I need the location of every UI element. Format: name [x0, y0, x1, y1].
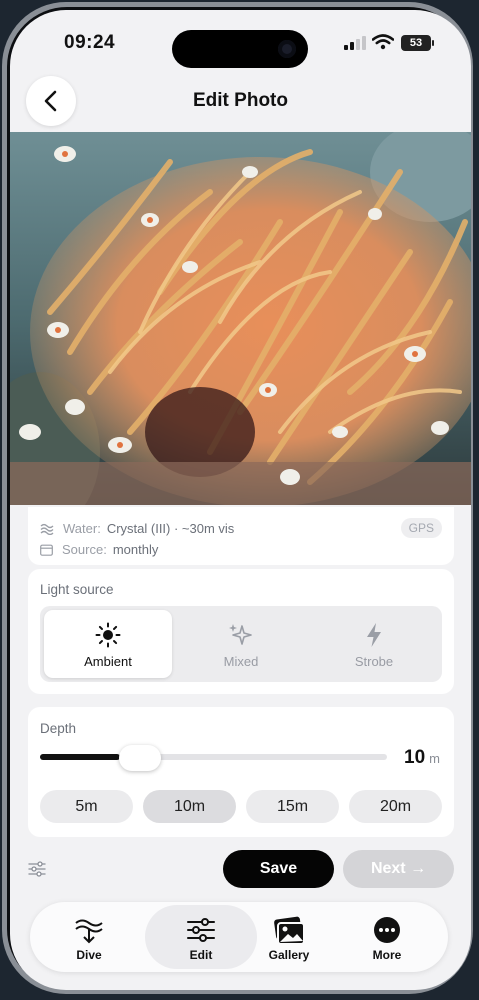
depth-unit: m — [429, 751, 440, 766]
depth-preset-10m[interactable]: 10m — [143, 790, 236, 823]
light-source-label: Light source — [40, 582, 114, 597]
light-option-label: Mixed — [223, 654, 259, 669]
depth-value: 10 — [404, 747, 426, 768]
wifi-icon — [372, 34, 394, 50]
source-value: monthly — [112, 542, 159, 557]
tab-more[interactable]: More — [331, 905, 443, 969]
next-button[interactable]: Next → — [343, 850, 454, 888]
photo-metadata-card: Water: Crystal (III) · ~30m vis Source: … — [28, 507, 454, 565]
battery-icon: 53 — [401, 35, 434, 51]
depth-slider-thumb[interactable] — [118, 745, 161, 771]
tab-label: Gallery — [268, 948, 310, 962]
light-source-card: Light source Ambient Mixed Strobe — [28, 569, 454, 694]
source-row: Source: monthly — [40, 542, 158, 557]
camera-icon — [278, 40, 296, 58]
lightning-icon — [367, 623, 381, 647]
sun-icon — [95, 622, 121, 648]
waves-icon — [40, 523, 54, 535]
gps-badge: GPS — [400, 518, 442, 538]
light-option-strobe[interactable]: Strobe — [310, 610, 438, 678]
depth-readout: 10 m — [404, 747, 440, 769]
tab-dive[interactable]: Dive — [33, 905, 145, 969]
gallery-icon — [274, 916, 305, 945]
signal-icon — [344, 36, 366, 50]
light-option-label: Strobe — [354, 654, 394, 669]
adjustments-icon[interactable] — [28, 861, 46, 877]
water-value: Crystal (III) · ~30m vis — [106, 521, 235, 536]
depth-label: Depth — [40, 721, 77, 736]
phone: 09:24 53 Edit Photo Water: Crystal (III)… — [0, 0, 479, 1000]
light-option-ambient[interactable]: Ambient — [44, 610, 172, 678]
water-row: Water: Crystal (III) · ~30m vis — [40, 521, 234, 536]
tab-gallery[interactable]: Gallery — [233, 905, 345, 969]
nav-bar: Edit Photo — [10, 74, 471, 130]
sparkles-icon — [229, 624, 252, 645]
light-option-mixed[interactable]: Mixed — [177, 610, 305, 678]
anemone-photo — [10, 132, 471, 505]
depth-preset-15m[interactable]: 15m — [246, 790, 339, 823]
action-row: Save Next → — [10, 850, 471, 890]
sliders-icon — [187, 918, 215, 942]
screen: 09:24 53 Edit Photo Water: Crystal (III)… — [10, 10, 471, 990]
tab-label: More — [372, 948, 402, 962]
depth-presets: 5m 10m 15m 20m — [40, 790, 442, 824]
depth-card: Depth 10 m 5m 10m 15m 20m — [28, 707, 454, 837]
depth-slider-fill — [40, 754, 120, 760]
status-bar: 09:24 53 — [10, 10, 471, 70]
water-label: Water: — [63, 521, 101, 536]
save-button[interactable]: Save — [223, 850, 334, 888]
more-icon — [374, 917, 400, 943]
depth-slider-track[interactable] — [40, 754, 387, 760]
photo-preview[interactable] — [10, 132, 471, 505]
light-source-segmented-control: Ambient Mixed Strobe — [40, 606, 442, 682]
light-option-label: Ambient — [84, 654, 132, 669]
calendar-icon — [40, 544, 53, 556]
dive-icon — [75, 919, 103, 944]
page-title: Edit Photo — [193, 90, 288, 111]
tab-label: Dive — [76, 948, 102, 962]
depth-preset-20m[interactable]: 20m — [349, 790, 442, 823]
status-time: 09:24 — [64, 32, 116, 53]
source-label: Source: — [62, 542, 107, 557]
tab-bar: Dive Edit Gallery More — [30, 902, 448, 972]
dynamic-island — [172, 30, 308, 68]
depth-preset-5m[interactable]: 5m — [40, 790, 133, 823]
